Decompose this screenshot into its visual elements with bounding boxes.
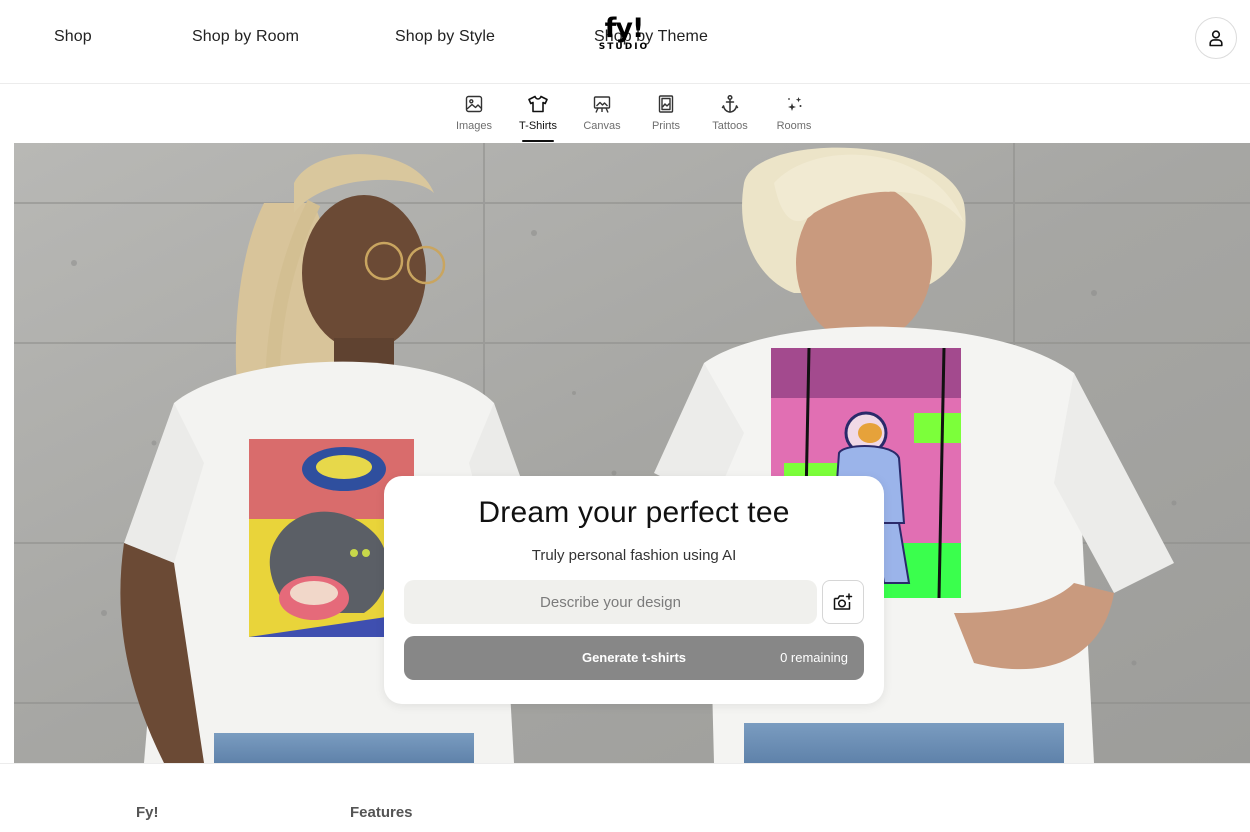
logo-subtext: STUDIO bbox=[598, 42, 650, 52]
image-icon bbox=[465, 95, 483, 113]
user-icon bbox=[1209, 30, 1223, 47]
active-tab-indicator bbox=[522, 140, 554, 142]
nav-shop-by-style[interactable]: Shop by Style bbox=[395, 28, 495, 46]
tab-label: T-Shirts bbox=[519, 120, 557, 132]
tee-generator-card: Dream your perfect tee Truly personal fa… bbox=[384, 476, 884, 704]
generator-subtitle: Truly personal fashion using AI bbox=[531, 547, 737, 564]
fy-studio-logo[interactable]: fy! STUDIO bbox=[594, 13, 654, 56]
tab-label: Canvas bbox=[583, 120, 621, 132]
site-header: Shop Shop by Room Shop by Style Shop by … bbox=[0, 0, 1250, 84]
upload-photo-button[interactable] bbox=[822, 580, 864, 624]
tab-label: Rooms bbox=[776, 120, 812, 132]
nav-shop-by-room[interactable]: Shop by Room bbox=[192, 28, 299, 46]
canvas-easel-icon bbox=[593, 96, 611, 113]
nav-shop[interactable]: Shop bbox=[54, 28, 92, 46]
footer-heading-fy: Fy! bbox=[136, 804, 159, 821]
footer-heading-features: Features bbox=[350, 804, 413, 821]
tab-label: Tattoos bbox=[712, 120, 748, 132]
anchor-icon bbox=[721, 94, 739, 113]
logo-wordmark: fy! bbox=[604, 13, 645, 44]
tab-canvas[interactable]: Canvas bbox=[574, 94, 630, 143]
tab-tattoos[interactable]: Tattoos bbox=[702, 94, 758, 143]
account-button[interactable] bbox=[1195, 17, 1237, 59]
design-description-input[interactable] bbox=[404, 580, 817, 624]
tab-t-shirts[interactable]: T-Shirts bbox=[510, 94, 566, 143]
tshirt-icon bbox=[528, 95, 548, 113]
generator-title: Dream your perfect tee bbox=[478, 496, 790, 529]
tab-label: Images bbox=[455, 120, 493, 132]
generate-t-shirts-button[interactable]: Generate t-shirts 0 remaining bbox=[404, 636, 864, 680]
camera-add-icon bbox=[833, 593, 853, 610]
remaining-count: 0 remaining bbox=[780, 650, 848, 665]
print-frame-icon bbox=[658, 95, 674, 113]
category-tabs: Images T-Shirts Canvas Prints Tattoos Ro… bbox=[0, 84, 1250, 143]
tab-rooms[interactable]: Rooms bbox=[766, 94, 822, 143]
tab-prints[interactable]: Prints bbox=[638, 94, 694, 143]
footer-divider bbox=[0, 763, 1250, 764]
sparkles-icon bbox=[788, 97, 802, 111]
tab-label: Prints bbox=[651, 120, 681, 132]
tab-images[interactable]: Images bbox=[446, 94, 502, 143]
